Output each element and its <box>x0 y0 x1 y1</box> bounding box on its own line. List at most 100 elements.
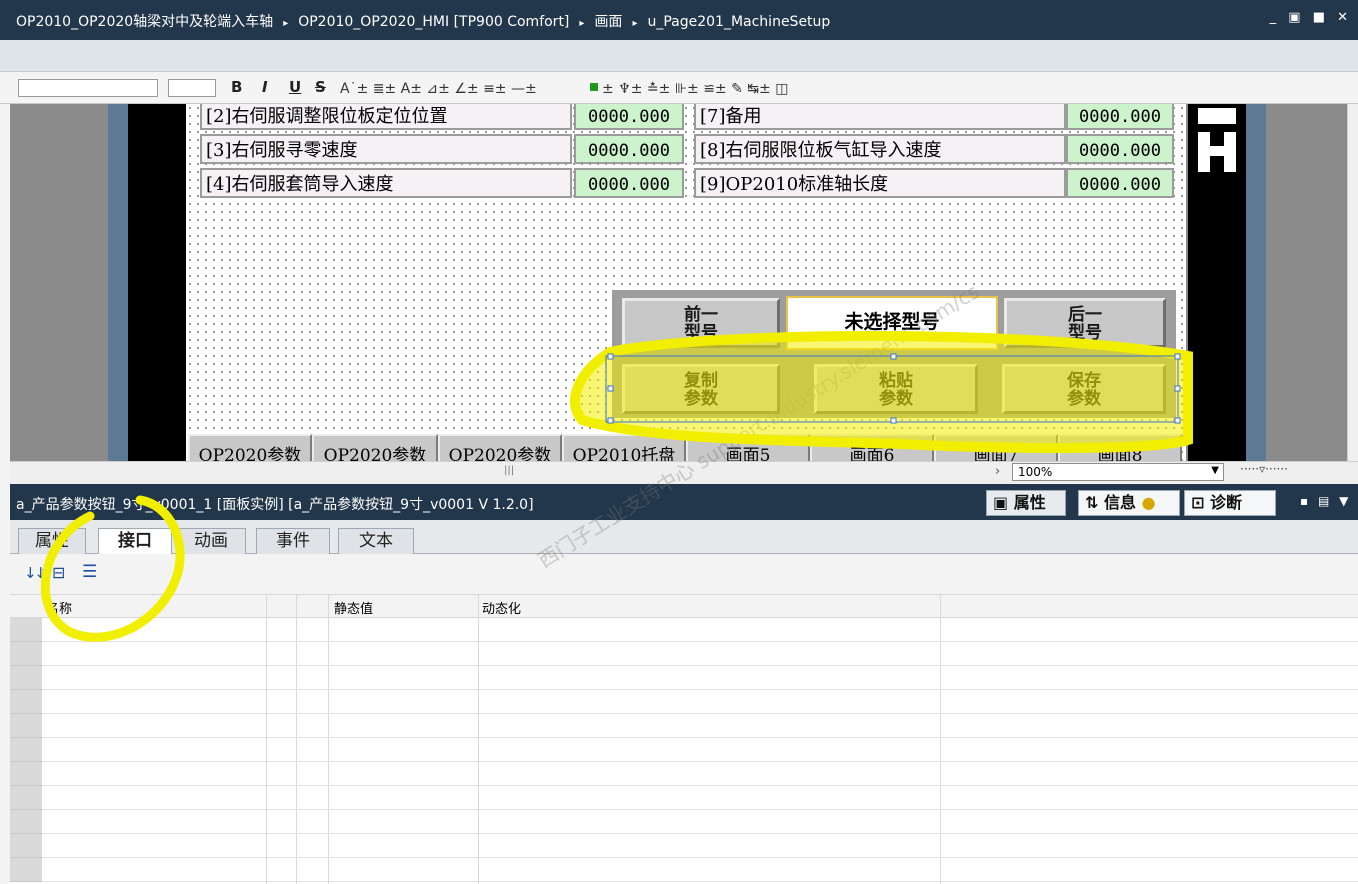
button-line: 型号 <box>1068 323 1102 343</box>
param-value-field[interactable]: 0000.000 <box>1066 168 1174 198</box>
font-family-field[interactable] <box>18 79 158 97</box>
font-size-field[interactable] <box>168 79 216 97</box>
logo-glyph <box>1198 108 1236 172</box>
prev-model-button[interactable]: 前一 型号 <box>622 298 780 348</box>
param-label: [3]右伺服寻零速度 <box>200 134 572 164</box>
table-row[interactable] <box>10 858 1358 882</box>
screen-canvas[interactable]: [2]右伺服调整限位板定位位置 0000.000 [3]右伺服寻零速度 0000… <box>0 104 1347 461</box>
device-bezel-right <box>1188 104 1246 461</box>
breadcrumb-device[interactable]: OP2010_OP2020_HMI [TP900 Comfort] <box>298 14 569 30</box>
zoom-value: 100% <box>1018 465 1053 479</box>
table-row[interactable] <box>10 810 1358 834</box>
button-line: 参数 <box>684 389 718 409</box>
vertical-scrollbar[interactable] <box>1347 104 1358 461</box>
tab-properties[interactable]: 属性 <box>18 528 86 554</box>
underline-button[interactable]: U <box>289 78 301 96</box>
panel-controls-icon[interactable]: ▪ ▤ ▼ <box>1300 494 1351 508</box>
breadcrumb-project[interactable]: OP2010_OP2020轴梁对中及轮端入车轴 <box>16 14 273 30</box>
tab-info[interactable]: ⇅ 信息 ● <box>1078 490 1180 516</box>
toolbar-icons[interactable]: A˙± ≣± A± ⊿± ∠± ≡± —± ± ♆± ≛± ⊪± ≌± ✎ ↹±… <box>340 78 990 98</box>
param-value-field[interactable]: 0000.000 <box>574 134 684 164</box>
row-header[interactable] <box>10 762 42 786</box>
collapse-icon[interactable]: ⊟ <box>52 563 65 582</box>
diagnostics-icon: ⊡ <box>1191 493 1210 512</box>
tab-interface[interactable]: 接口 <box>98 528 172 555</box>
zoom-slider[interactable]: ·····▿······ <box>1240 462 1288 476</box>
row-header[interactable] <box>10 618 42 642</box>
screen-tab[interactable]: OP2020参数 <box>312 434 438 461</box>
param-value-field[interactable]: 0000.000 <box>574 104 684 130</box>
row-header[interactable] <box>10 738 42 762</box>
screen-tab[interactable]: 画面6 <box>810 434 934 461</box>
inspector-title: a_产品参数按钮_9寸_v0001_1 [面板实例] [a_产品参数按钮_9寸_… <box>16 497 534 513</box>
row-header[interactable] <box>10 642 42 666</box>
italic-button[interactable]: I <box>262 78 268 96</box>
zoom-select[interactable]: 100% ▼ <box>1012 463 1224 481</box>
column-divider <box>296 594 297 884</box>
bold-button[interactable]: B <box>231 78 242 96</box>
table-row[interactable] <box>10 666 1358 690</box>
scroll-right-icon[interactable]: › <box>995 464 1000 479</box>
column-divider <box>266 594 267 884</box>
properties-icon: ▣ <box>993 493 1014 512</box>
column-divider <box>478 594 479 884</box>
scroll-thumb-icon[interactable]: ||| <box>504 465 514 476</box>
row-header[interactable] <box>10 810 42 834</box>
table-row[interactable] <box>10 642 1358 666</box>
property-tabs: 属性 接口 动画 事件 文本 <box>0 520 1358 555</box>
param-value-field[interactable]: 0000.000 <box>1066 134 1174 164</box>
interface-table-header: 名称 静态值 动态化 <box>10 594 1358 618</box>
table-row[interactable] <box>10 618 1358 642</box>
row-header[interactable] <box>10 666 42 690</box>
tab-label: 信息 <box>1103 493 1136 512</box>
row-header[interactable] <box>10 714 42 738</box>
button-line: 保存 <box>1067 371 1101 391</box>
row-header[interactable] <box>10 690 42 714</box>
copy-params-button[interactable]: 复制 参数 <box>622 364 780 414</box>
breadcrumb-page[interactable]: u_Page201_MachineSetup <box>647 14 830 30</box>
screen-tab[interactable]: 画面8 <box>1058 434 1182 461</box>
next-model-button[interactable]: 后一 型号 <box>1004 298 1166 348</box>
save-params-button[interactable]: 保存 参数 <box>1002 364 1166 414</box>
param-value-field[interactable]: 0000.000 <box>1066 104 1174 130</box>
interface-table[interactable] <box>10 618 1358 884</box>
sort-icon[interactable]: ↓⇵ <box>24 564 49 582</box>
param-row-right: [8]右伺服限位板气缸导入速度 0000.000 <box>694 134 1176 164</box>
column-dynamization[interactable]: 动态化 <box>482 598 521 617</box>
table-row[interactable] <box>10 690 1358 714</box>
window-controls[interactable]: _ ▣ ■ ✕ <box>1270 10 1352 25</box>
row-header[interactable] <box>10 858 42 882</box>
screen-tab[interactable]: OP2020参数 <box>188 434 312 461</box>
table-row[interactable] <box>10 786 1358 810</box>
table-row[interactable] <box>10 738 1358 762</box>
param-label: [8]右伺服限位板气缸导入速度 <box>694 134 1066 164</box>
strikethrough-button[interactable]: S <box>315 78 326 96</box>
tab-label: 诊断 <box>1209 493 1242 512</box>
breadcrumb: OP2010_OP2020轴梁对中及轮端入车轴 ▸ OP2010_OP2020_HM… <box>16 14 831 30</box>
button-line: 复制 <box>684 371 718 391</box>
param-value-field[interactable]: 0000.000 <box>574 168 684 198</box>
table-row[interactable] <box>10 762 1358 786</box>
screen-tab[interactable]: OP2020参数 <box>438 434 562 461</box>
table-row[interactable] <box>10 714 1358 738</box>
row-header[interactable] <box>10 786 42 810</box>
tab-events[interactable]: 事件 <box>256 528 330 554</box>
tab-texts[interactable]: 文本 <box>338 528 414 554</box>
row-header[interactable] <box>10 834 42 858</box>
chevron-down-icon[interactable]: ▼ <box>1211 465 1219 476</box>
table-row[interactable] <box>10 834 1358 858</box>
expand-icon[interactable]: ☰ <box>82 562 97 582</box>
screen-tab[interactable]: 画面7 <box>934 434 1058 461</box>
editor-tabstrip <box>0 40 1358 72</box>
param-label: [7]备用 <box>694 104 1066 130</box>
tab-animations[interactable]: 动画 <box>176 528 246 554</box>
column-static-value[interactable]: 静态值 <box>334 598 373 617</box>
breadcrumb-screens[interactable]: 画面 <box>594 14 622 30</box>
tab-properties-main[interactable]: ▣ 属性 <box>986 490 1066 516</box>
tab-diagnostics[interactable]: ⊡ 诊断 <box>1184 490 1276 516</box>
title-bar: OP2010_OP2020轴梁对中及轮端入车轴 ▸ OP2010_OP2020_HM… <box>0 0 1358 40</box>
column-name[interactable]: 名称 <box>46 598 72 617</box>
screen-tab[interactable]: OP2010托盘 <box>562 434 686 461</box>
param-row-left: [3]右伺服寻零速度 0000.000 <box>200 134 686 164</box>
tab-label: 属性 <box>1013 493 1046 512</box>
